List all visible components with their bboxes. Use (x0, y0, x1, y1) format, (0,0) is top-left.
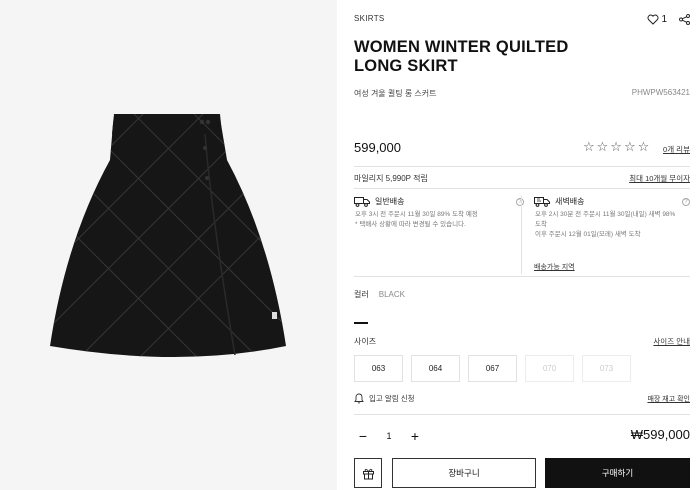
divider (354, 188, 690, 189)
dawn-shipping: 새벽배송 ? 오후 2시 30분 전 주문시 11월 30일(내일) 새벽 98… (534, 196, 690, 240)
size-label: 사이즈 (354, 337, 377, 346)
store-stock-link[interactable]: 매장 재고 확인 (647, 394, 690, 404)
share-button[interactable] (679, 14, 690, 25)
quantity-increase-button[interactable]: + (406, 428, 424, 444)
total-price: ₩599,000 (630, 427, 690, 442)
heart-icon (647, 14, 659, 25)
color-swatch-selected[interactable] (354, 322, 368, 324)
like-button[interactable]: 1 (647, 14, 667, 25)
installment-link[interactable]: 최대 10개월 무이자 (629, 173, 690, 184)
help-icon[interactable]: ? (516, 197, 524, 206)
help-icon[interactable]: ? (682, 197, 690, 206)
dawn-shipping-title: 새벽배송 (555, 197, 585, 206)
add-to-cart-button[interactable]: 장바구니 (392, 458, 536, 488)
product-price: 599,000 (354, 140, 401, 155)
standard-shipping: 일반배송 ? 오후 3시 전 주문시 11월 30일 89% 도착 예정 * 택… (354, 196, 524, 230)
buy-now-button[interactable]: 구매하기 (545, 458, 690, 488)
bell-icon (354, 393, 364, 404)
rating-stars: ☆☆☆☆☆ (583, 139, 652, 154)
size-option-073[interactable]: 073 (582, 355, 631, 382)
restock-alert-button[interactable]: 입고 알림 신청 (354, 393, 415, 404)
color-value: BLACK (378, 290, 405, 299)
quantity-value[interactable]: 1 (372, 431, 406, 441)
product-korean-name: 여성 겨울 퀼팅 롱 스커트 (354, 89, 437, 98)
product-image-area (0, 0, 337, 490)
share-icon (679, 14, 690, 25)
standard-shipping-title: 일반배송 (375, 197, 405, 206)
size-option-064[interactable]: 064 (411, 355, 460, 382)
mileage-text: 마일리지 5,990P 적립 (354, 174, 428, 183)
truck-icon (354, 197, 370, 207)
review-count-link[interactable]: 0개 리뷰 (663, 144, 690, 155)
breadcrumb-category[interactable]: SKIRTS (354, 14, 385, 23)
gift-icon (362, 468, 374, 479)
dawn-shipping-line-2: 도착 (535, 221, 547, 228)
product-image (50, 114, 286, 357)
color-label: 컬러 (354, 290, 369, 299)
product-sku: PHWPW563421 (631, 88, 690, 97)
shipping-area-link[interactable]: 배송가능 지역 (534, 262, 575, 272)
size-options: 063 064 067 070 073 (354, 355, 631, 382)
dawn-shipping-line-3: 이후 주문시 12월 01일(모레) 새벽 도착 (535, 231, 641, 238)
dawn-shipping-line: 오후 2시 30분 전 주문시 11월 30일(내일) 새벽 98% (535, 211, 676, 218)
gift-button[interactable] (354, 458, 382, 488)
product-title: WOMEN WINTER QUILTED LONG SKIRT (354, 38, 569, 75)
quantity-stepper: − 1 + (354, 428, 424, 444)
divider (354, 276, 690, 277)
standard-shipping-line: 오후 3시 전 주문시 11월 30일 89% 도착 예정 (355, 211, 478, 218)
product-info-panel: SKIRTS 1 WOMEN WINTER QUILTED LONG SKIRT… (337, 0, 700, 490)
shipping-divider (521, 196, 522, 274)
divider (354, 414, 690, 415)
size-option-070[interactable]: 070 (525, 355, 574, 382)
like-count: 1 (661, 14, 667, 25)
restock-label: 입고 알림 신청 (369, 394, 415, 403)
color-row: 컬러 BLACK (354, 289, 405, 300)
quantity-decrease-button[interactable]: − (354, 428, 372, 444)
standard-shipping-note: * 택배사 상황에 따라 변경될 수 있습니다. (355, 221, 466, 228)
size-option-063[interactable]: 063 (354, 355, 403, 382)
size-guide-link[interactable]: 사이즈 안내 (653, 336, 690, 347)
dawn-truck-icon (534, 197, 550, 207)
top-actions: 1 (647, 14, 690, 25)
divider (354, 166, 690, 167)
size-option-067[interactable]: 067 (468, 355, 517, 382)
